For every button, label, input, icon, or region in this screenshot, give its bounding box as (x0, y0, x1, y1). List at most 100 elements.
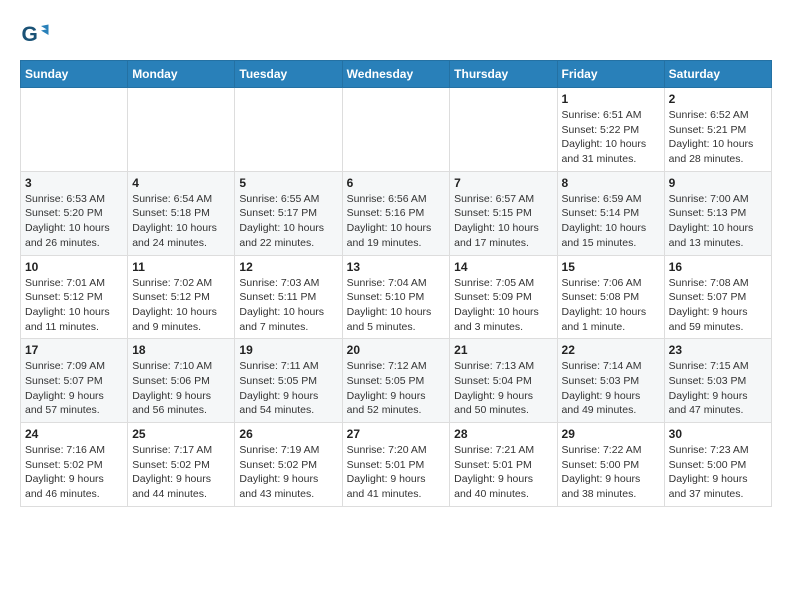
svg-text:G: G (22, 23, 38, 46)
calendar-cell: 12 Sunrise: 7:03 AM Sunset: 5:11 PM Dayli… (235, 255, 342, 339)
day-info: Sunrise: 7:04 AM Sunset: 5:10 PM Dayligh… (347, 276, 446, 335)
day-number: 2 (669, 92, 767, 106)
calendar-cell: 22Sunrise: 7:14 AM Sunset: 5:03 PM Dayli… (557, 339, 664, 423)
day-info: Sunrise: 6:59 AM Sunset: 5:14 PM Dayligh… (562, 192, 660, 251)
day-number: 7 (454, 176, 552, 190)
week-row-4: 17 Sunrise: 7:09 AM Sunset: 5:07 PM Dayli… (21, 339, 772, 423)
weekday-header-thursday: Thursday (450, 61, 557, 88)
day-number: 21 (454, 343, 552, 357)
page-header: G (20, 20, 772, 50)
week-row-1: 1 Sunrise: 6:51 AM Sunset: 5:22 PM Daylig… (21, 88, 772, 172)
day-info: Sunrise: 6:53 AM Sunset: 5:20 PM Dayligh… (25, 192, 123, 251)
day-number: 5 (239, 176, 337, 190)
day-number: 11 (132, 260, 230, 274)
calendar-cell: 7 Sunrise: 6:57 AM Sunset: 5:15 PM Daylig… (450, 171, 557, 255)
calendar-cell: 26 Sunrise: 7:19 AM Sunset: 5:02 PM Dayli… (235, 423, 342, 507)
day-number: 13 (347, 260, 446, 274)
day-number: 20 (347, 343, 446, 357)
day-number: 22 (562, 343, 660, 357)
day-number: 9 (669, 176, 767, 190)
day-info: Sunrise: 6:57 AM Sunset: 5:15 PM Dayligh… (454, 192, 552, 251)
day-info: Sunrise: 6:51 AM Sunset: 5:22 PM Dayligh… (562, 108, 660, 167)
day-number: 19 (239, 343, 337, 357)
day-info: Sunrise: 7:20 AM Sunset: 5:01 PM Dayligh… (347, 443, 446, 502)
day-info: Sunrise: 7:06 AM Sunset: 5:08 PM Dayligh… (562, 276, 660, 335)
weekday-header-row: SundayMondayTuesdayWednesdayThursdayFrid… (21, 61, 772, 88)
calendar-cell: 9Sunrise: 7:00 AM Sunset: 5:13 PM Daylig… (664, 171, 771, 255)
calendar-cell: 28 Sunrise: 7:21 AM Sunset: 5:01 PM Dayli… (450, 423, 557, 507)
day-number: 17 (25, 343, 123, 357)
logo-icon: G (20, 20, 50, 50)
calendar-cell: 27 Sunrise: 7:20 AM Sunset: 5:01 PM Dayli… (342, 423, 450, 507)
day-number: 10 (25, 260, 123, 274)
day-number: 18 (132, 343, 230, 357)
calendar-cell (21, 88, 128, 172)
calendar-cell: 16 Sunrise: 7:08 AM Sunset: 5:07 PM Dayli… (664, 255, 771, 339)
calendar-cell (342, 88, 450, 172)
calendar-cell: 21 Sunrise: 7:13 AM Sunset: 5:04 PM Dayli… (450, 339, 557, 423)
week-row-3: 10Sunrise: 7:01 AM Sunset: 5:12 PM Dayli… (21, 255, 772, 339)
calendar-cell: 11 Sunrise: 7:02 AM Sunset: 5:12 PM Dayli… (128, 255, 235, 339)
day-info: Sunrise: 7:12 AM Sunset: 5:05 PM Dayligh… (347, 359, 446, 418)
day-number: 23 (669, 343, 767, 357)
day-info: Sunrise: 6:55 AM Sunset: 5:17 PM Dayligh… (239, 192, 337, 251)
day-info: Sunrise: 7:19 AM Sunset: 5:02 PM Dayligh… (239, 443, 337, 502)
day-number: 4 (132, 176, 230, 190)
day-number: 8 (562, 176, 660, 190)
calendar-cell: 20 Sunrise: 7:12 AM Sunset: 5:05 PM Dayli… (342, 339, 450, 423)
weekday-header-tuesday: Tuesday (235, 61, 342, 88)
calendar-cell: 4 Sunrise: 6:54 AM Sunset: 5:18 PM Daylig… (128, 171, 235, 255)
day-info: Sunrise: 6:54 AM Sunset: 5:18 PM Dayligh… (132, 192, 230, 251)
day-info: Sunrise: 7:09 AM Sunset: 5:07 PM Dayligh… (25, 359, 123, 418)
calendar-cell: 17 Sunrise: 7:09 AM Sunset: 5:07 PM Dayli… (21, 339, 128, 423)
calendar-cell: 13 Sunrise: 7:04 AM Sunset: 5:10 PM Dayli… (342, 255, 450, 339)
day-info: Sunrise: 6:52 AM Sunset: 5:21 PM Dayligh… (669, 108, 767, 167)
calendar-cell: 24Sunrise: 7:16 AM Sunset: 5:02 PM Dayli… (21, 423, 128, 507)
day-info: Sunrise: 7:05 AM Sunset: 5:09 PM Dayligh… (454, 276, 552, 335)
calendar-table: SundayMondayTuesdayWednesdayThursdayFrid… (20, 60, 772, 507)
day-number: 26 (239, 427, 337, 441)
day-info: Sunrise: 7:23 AM Sunset: 5:00 PM Dayligh… (669, 443, 767, 502)
day-number: 16 (669, 260, 767, 274)
calendar-cell: 3 Sunrise: 6:53 AM Sunset: 5:20 PM Daylig… (21, 171, 128, 255)
day-info: Sunrise: 7:08 AM Sunset: 5:07 PM Dayligh… (669, 276, 767, 335)
calendar-cell: 23Sunrise: 7:15 AM Sunset: 5:03 PM Dayli… (664, 339, 771, 423)
calendar-cell: 25 Sunrise: 7:17 AM Sunset: 5:02 PM Dayli… (128, 423, 235, 507)
day-info: Sunrise: 7:13 AM Sunset: 5:04 PM Dayligh… (454, 359, 552, 418)
calendar-cell: 6Sunrise: 6:56 AM Sunset: 5:16 PM Daylig… (342, 171, 450, 255)
calendar-cell: 29Sunrise: 7:22 AM Sunset: 5:00 PM Dayli… (557, 423, 664, 507)
day-info: Sunrise: 7:02 AM Sunset: 5:12 PM Dayligh… (132, 276, 230, 335)
day-info: Sunrise: 6:56 AM Sunset: 5:16 PM Dayligh… (347, 192, 446, 251)
calendar-cell: 19 Sunrise: 7:11 AM Sunset: 5:05 PM Dayli… (235, 339, 342, 423)
day-info: Sunrise: 7:17 AM Sunset: 5:02 PM Dayligh… (132, 443, 230, 502)
day-number: 30 (669, 427, 767, 441)
day-number: 14 (454, 260, 552, 274)
weekday-header-sunday: Sunday (21, 61, 128, 88)
day-number: 1 (562, 92, 660, 106)
calendar-cell: 18 Sunrise: 7:10 AM Sunset: 5:06 PM Dayli… (128, 339, 235, 423)
day-number: 15 (562, 260, 660, 274)
day-number: 27 (347, 427, 446, 441)
calendar-cell: 15 Sunrise: 7:06 AM Sunset: 5:08 PM Dayli… (557, 255, 664, 339)
calendar-cell: 8 Sunrise: 6:59 AM Sunset: 5:14 PM Daylig… (557, 171, 664, 255)
weekday-header-monday: Monday (128, 61, 235, 88)
day-info: Sunrise: 7:03 AM Sunset: 5:11 PM Dayligh… (239, 276, 337, 335)
day-number: 3 (25, 176, 123, 190)
day-number: 25 (132, 427, 230, 441)
calendar-cell: 30 Sunrise: 7:23 AM Sunset: 5:00 PM Dayli… (664, 423, 771, 507)
day-info: Sunrise: 7:10 AM Sunset: 5:06 PM Dayligh… (132, 359, 230, 418)
day-info: Sunrise: 7:21 AM Sunset: 5:01 PM Dayligh… (454, 443, 552, 502)
weekday-header-wednesday: Wednesday (342, 61, 450, 88)
day-number: 29 (562, 427, 660, 441)
day-info: Sunrise: 7:16 AM Sunset: 5:02 PM Dayligh… (25, 443, 123, 502)
day-number: 12 (239, 260, 337, 274)
day-number: 28 (454, 427, 552, 441)
weekday-header-friday: Friday (557, 61, 664, 88)
week-row-2: 3 Sunrise: 6:53 AM Sunset: 5:20 PM Daylig… (21, 171, 772, 255)
day-info: Sunrise: 7:11 AM Sunset: 5:05 PM Dayligh… (239, 359, 337, 418)
week-row-5: 24Sunrise: 7:16 AM Sunset: 5:02 PM Dayli… (21, 423, 772, 507)
calendar-cell (128, 88, 235, 172)
calendar-cell: 1 Sunrise: 6:51 AM Sunset: 5:22 PM Daylig… (557, 88, 664, 172)
calendar-cell (450, 88, 557, 172)
calendar-cell (235, 88, 342, 172)
